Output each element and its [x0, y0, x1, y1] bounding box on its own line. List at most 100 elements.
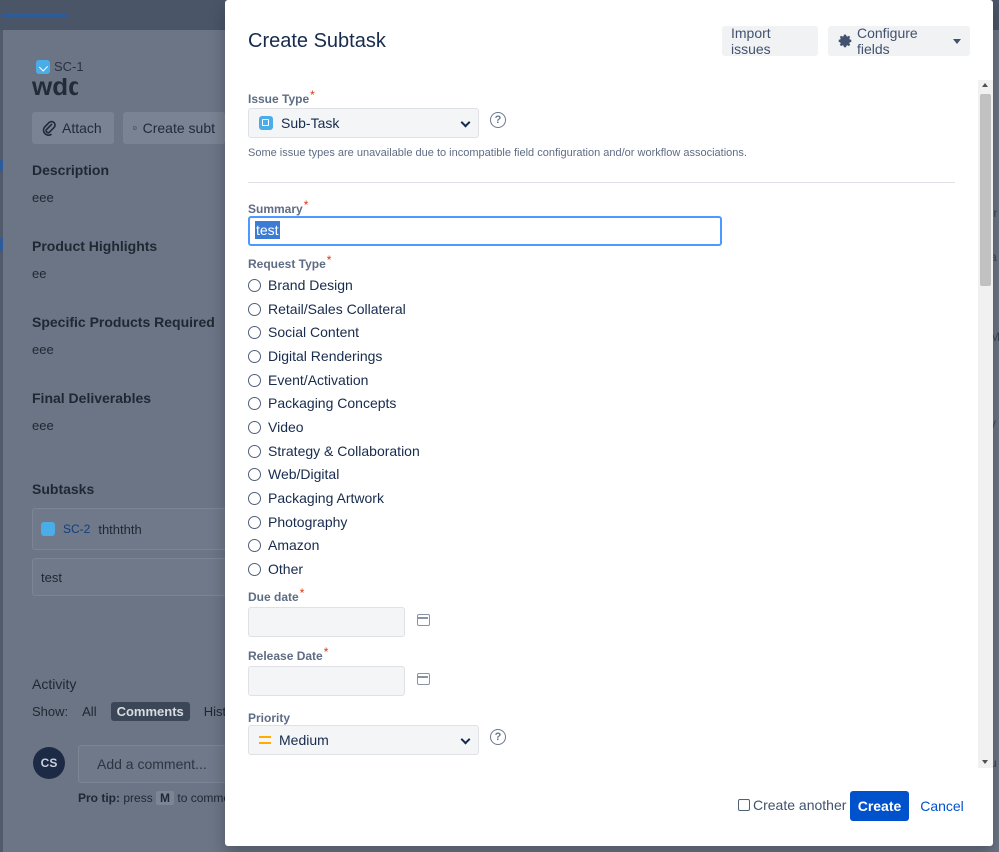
help-icon[interactable]: ? — [490, 112, 506, 128]
summary-label: Summary* — [248, 198, 308, 216]
chevron-down-icon — [460, 734, 471, 745]
summary-input[interactable]: test — [248, 216, 722, 246]
subtask-inline-input[interactable]: test — [32, 558, 227, 596]
attach-label: Attach — [62, 120, 102, 136]
radio-button[interactable] — [248, 467, 261, 481]
option-label: Event/Activation — [268, 372, 369, 388]
nav-accent — [0, 160, 3, 172]
due-date-input[interactable] — [248, 607, 405, 637]
option-label: Other — [268, 561, 304, 577]
radio-button[interactable] — [248, 278, 261, 292]
scroll-down-arrow[interactable] — [982, 760, 988, 764]
filter-all[interactable]: All — [76, 702, 102, 721]
subtask-type-icon — [41, 522, 55, 536]
radio-button[interactable] — [248, 302, 261, 316]
radio-button[interactable] — [248, 349, 261, 363]
radio-button[interactable] — [248, 491, 261, 505]
summary-value: test — [255, 221, 280, 239]
avatar[interactable]: CS — [33, 747, 65, 779]
radio-button[interactable] — [248, 396, 261, 410]
panel-edge — [0, 30, 3, 852]
radio-button[interactable] — [248, 538, 261, 552]
radio-button[interactable] — [248, 420, 261, 434]
configure-fields-label: Configure fields — [857, 25, 918, 57]
option-label: Brand Design — [268, 277, 353, 293]
import-issues-button[interactable]: Import issues — [722, 25, 818, 57]
request-type-option[interactable]: Brand Design — [248, 275, 353, 295]
chevron-down-icon — [460, 117, 471, 128]
subtask-type-icon — [36, 59, 50, 74]
field-label-description: Description — [32, 162, 110, 178]
required-marker: * — [326, 253, 332, 267]
radio-button[interactable] — [248, 325, 261, 339]
scroll-up-arrow[interactable] — [982, 83, 988, 87]
scrollbar-thumb[interactable] — [980, 94, 991, 286]
request-type-option[interactable]: Packaging Concepts — [248, 393, 396, 413]
nav-accent — [0, 238, 3, 252]
subtask-icon — [259, 116, 273, 130]
field-label-product-highlights: Product Highlights — [32, 238, 158, 254]
create-button[interactable]: Create — [850, 791, 909, 821]
create-subtask-button[interactable]: Create subt — [123, 112, 225, 144]
request-type-option[interactable]: Amazon — [248, 535, 319, 555]
cancel-button[interactable]: Cancel — [917, 791, 967, 821]
protip-text: press — [123, 791, 153, 805]
priority-select[interactable]: Medium — [248, 725, 479, 755]
issue-key[interactable]: SC-1 — [36, 59, 84, 74]
request-type-option[interactable]: Web/Digital — [248, 464, 339, 484]
radio-button[interactable] — [248, 562, 261, 576]
import-issues-label: Import issues — [731, 25, 771, 57]
priority-value: Medium — [279, 732, 329, 748]
subtask-row[interactable]: SC-2 thththth — [32, 508, 227, 550]
issue-key-label: SC-1 — [54, 59, 84, 74]
option-label: Web/Digital — [268, 466, 340, 482]
create-another-label: Create another — [753, 797, 847, 813]
chevron-down-icon — [953, 38, 961, 44]
calendar-icon[interactable] — [417, 614, 430, 626]
configure-fields-button[interactable]: Configure fields — [828, 25, 970, 57]
option-label: Social Content — [268, 324, 360, 340]
show-label: Show: — [32, 704, 69, 719]
calendar-icon[interactable] — [417, 673, 430, 685]
dialog-header: Create Subtask Import issues Configure f… — [225, 0, 993, 80]
request-type-option[interactable]: Digital Renderings — [248, 346, 382, 366]
required-marker: * — [323, 645, 329, 659]
priority-medium-icon — [259, 736, 271, 744]
due-date-label: Due date* — [248, 586, 304, 604]
request-type-option[interactable]: Packaging Artwork — [248, 488, 384, 508]
release-date-label-text: Release Date — [248, 649, 323, 663]
issue-type-select[interactable]: Sub-Task — [248, 108, 479, 138]
release-date-label: Release Date* — [248, 645, 328, 663]
field-label-specific-products: Specific Products Required — [32, 314, 215, 330]
field-value-product-highlights[interactable]: ee — [32, 266, 46, 281]
create-another-toggle[interactable]: Create another — [738, 797, 846, 813]
radio-button[interactable] — [248, 373, 261, 387]
radio-button[interactable] — [248, 515, 261, 529]
field-value-final-deliverables[interactable]: eee — [32, 418, 54, 433]
dialog-scrollbar[interactable] — [978, 80, 993, 768]
protip-key: M — [156, 791, 175, 805]
subtask-summary[interactable]: thththth — [98, 522, 141, 537]
option-label: Retail/Sales Collateral — [268, 301, 406, 317]
request-type-label-text: Request Type — [248, 257, 326, 271]
field-value-description[interactable]: eee — [32, 190, 54, 205]
field-value-specific-products[interactable]: eee — [32, 342, 54, 357]
topbar-accent — [2, 14, 68, 17]
dialog-body[interactable]: Issue Type* Sub-Task ? Some issue types … — [225, 80, 993, 768]
request-type-option[interactable]: Other — [248, 559, 303, 579]
request-type-option[interactable]: Event/Activation — [248, 370, 368, 390]
request-type-option[interactable]: Photography — [248, 512, 347, 532]
priority-label: Priority — [248, 711, 291, 725]
attach-button[interactable]: Attach — [32, 112, 114, 144]
request-type-option[interactable]: Retail/Sales Collateral — [248, 299, 406, 319]
subtask-key[interactable]: SC-2 — [63, 522, 90, 536]
create-another-checkbox[interactable] — [738, 799, 750, 811]
request-type-option[interactable]: Strategy & Collaboration — [248, 441, 420, 461]
radio-button[interactable] — [248, 444, 261, 458]
request-type-option[interactable]: Video — [248, 417, 304, 437]
help-icon[interactable]: ? — [490, 729, 506, 745]
request-type-option[interactable]: Social Content — [248, 322, 359, 342]
filter-comments[interactable]: Comments — [110, 702, 190, 721]
release-date-input[interactable] — [248, 666, 405, 696]
comment-input[interactable]: Add a comment... — [78, 745, 228, 783]
